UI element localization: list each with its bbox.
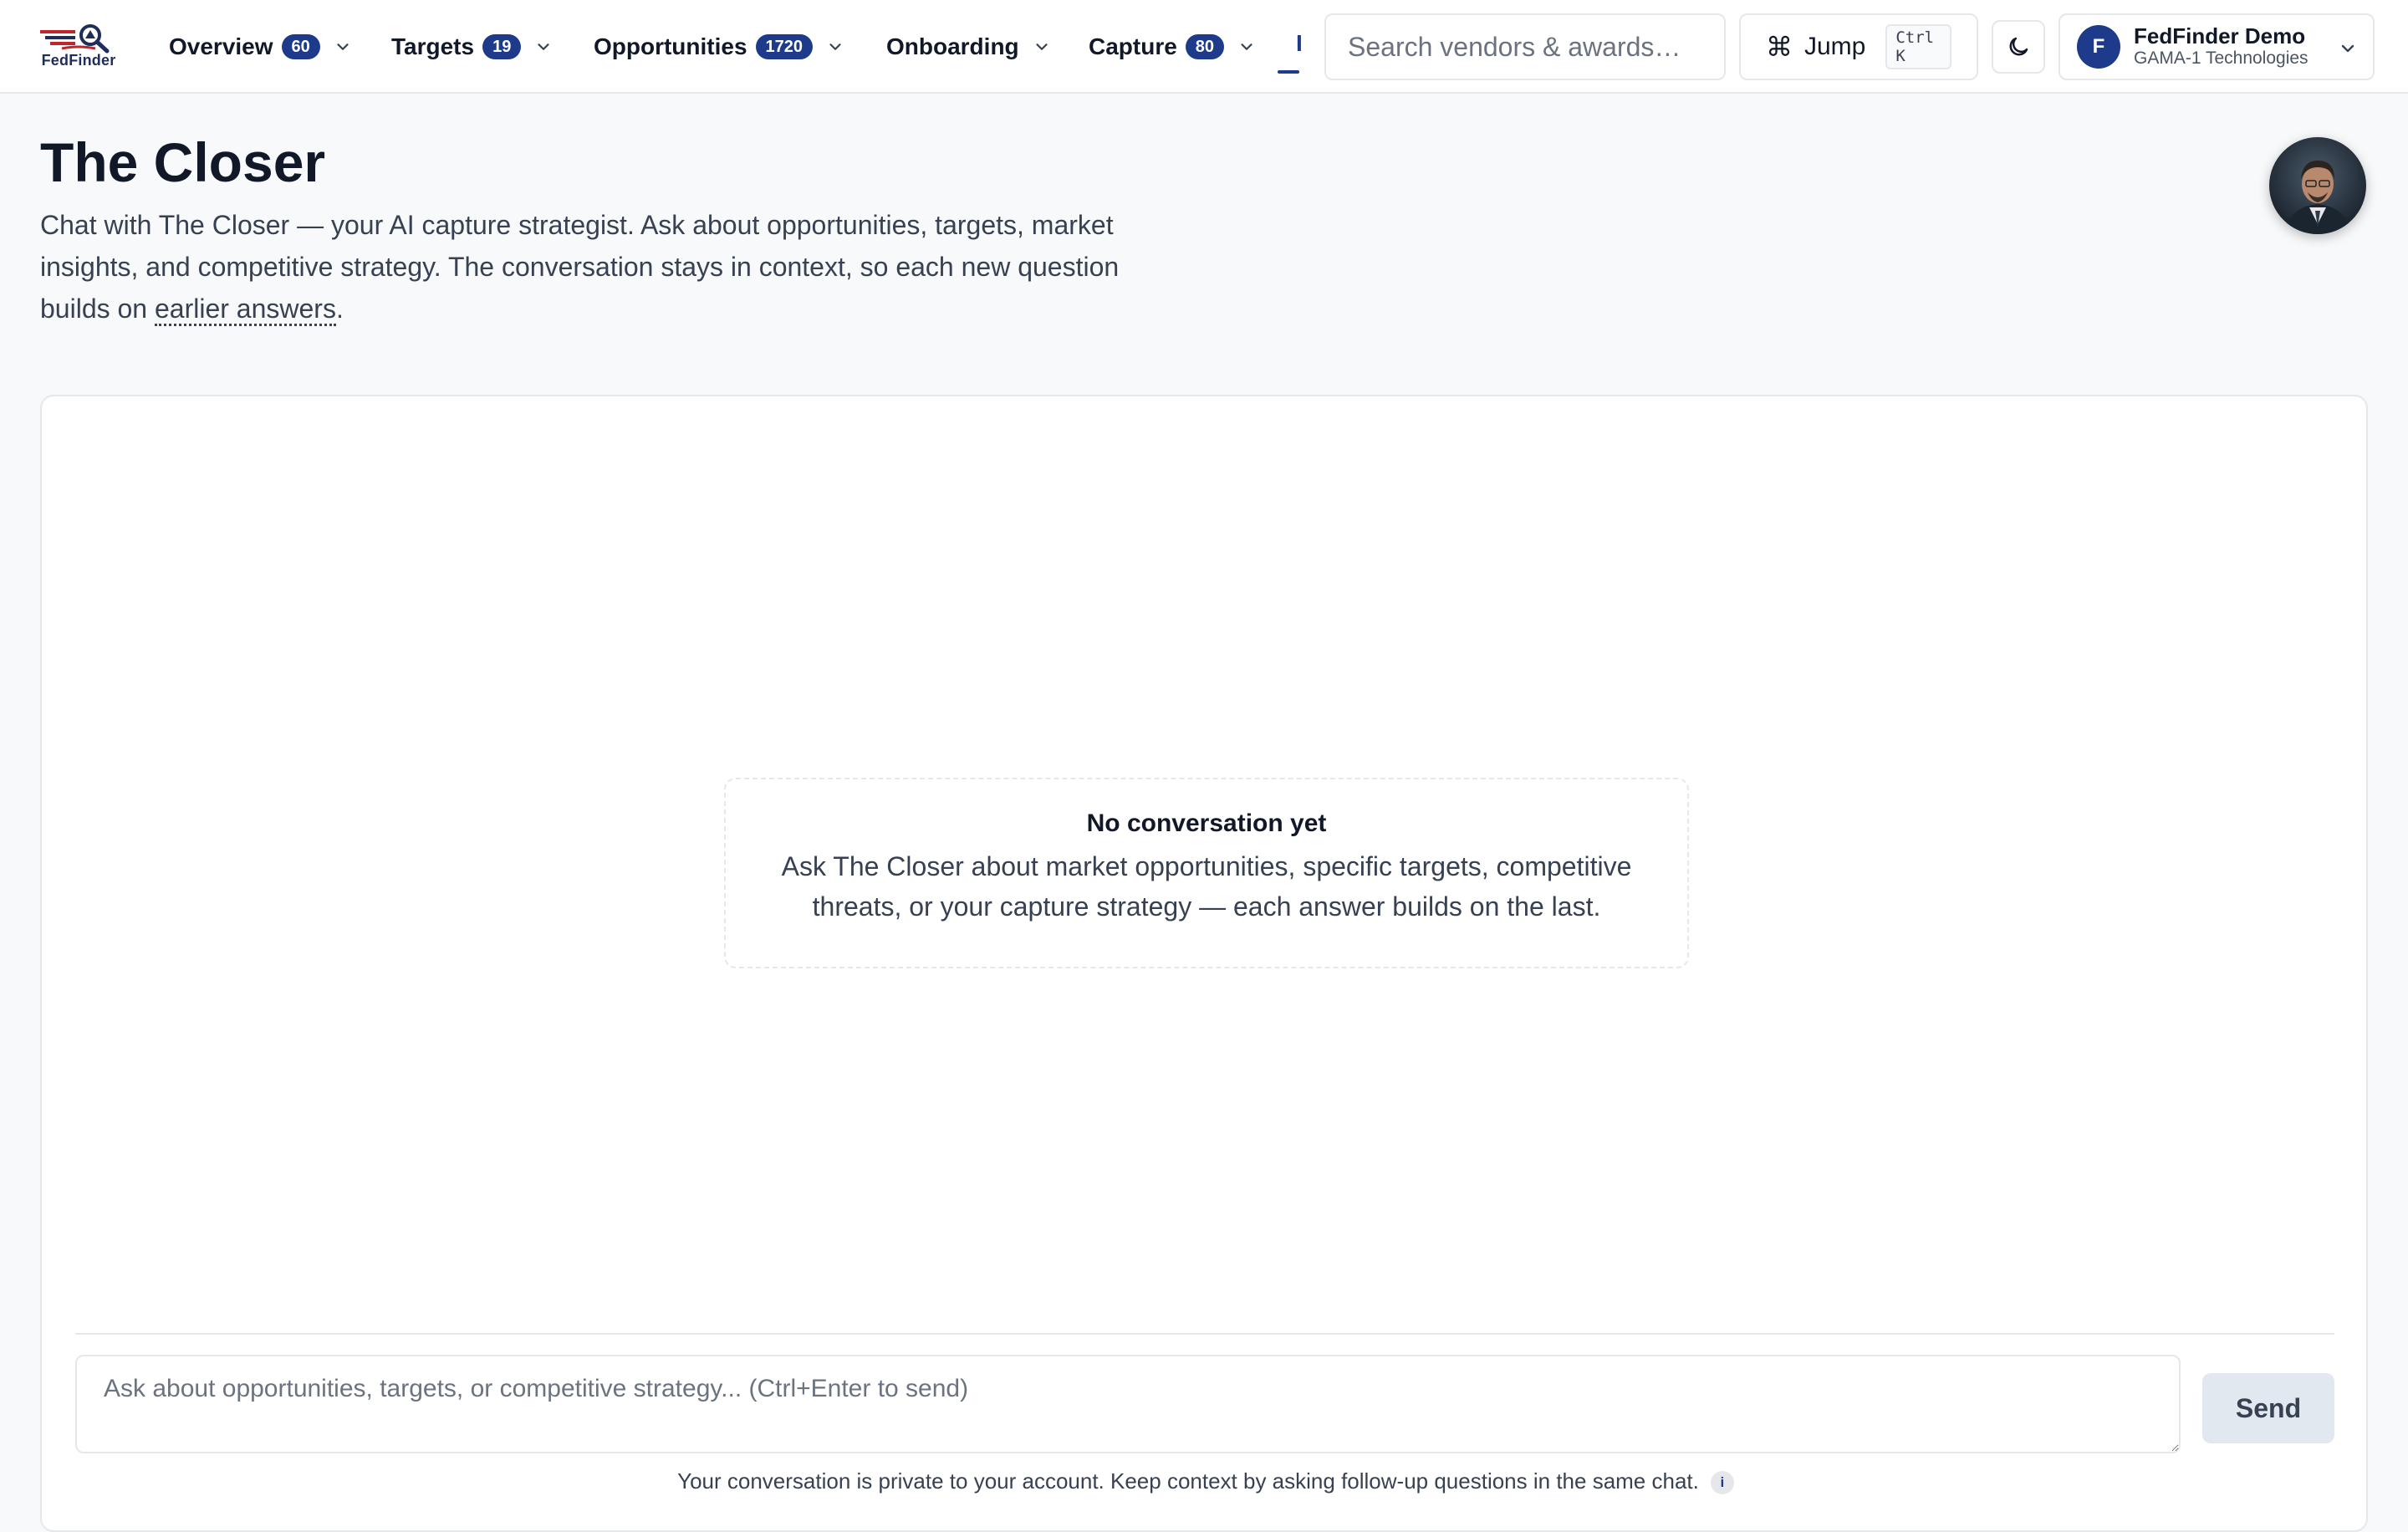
top-navbar: FedFinder Overview 60 Targets 19 Opportu… bbox=[0, 0, 2408, 94]
nav-label: Onboarding bbox=[886, 33, 1019, 59]
privacy-note: Your conversation is private to your acc… bbox=[42, 1468, 2370, 1495]
nav-label: Capture bbox=[1089, 33, 1177, 59]
account-org: GAMA-1 Technologies bbox=[2134, 49, 2309, 68]
nav-overview[interactable]: Overview 60 bbox=[169, 30, 352, 64]
nav-opportunities[interactable]: Opportunities 1720 bbox=[594, 30, 844, 64]
nav-capture[interactable]: Capture 80 bbox=[1089, 30, 1256, 64]
closer-portrait-icon bbox=[2269, 137, 2366, 234]
count-badge: 19 bbox=[482, 34, 522, 59]
nav-targets[interactable]: Targets 19 bbox=[391, 30, 553, 64]
chat-panel: No conversation yet Ask The Closer about… bbox=[40, 395, 2368, 1532]
account-name: FedFinder Demo bbox=[2134, 23, 2306, 49]
logo-wordmark: FedFinder bbox=[41, 52, 116, 69]
search-input[interactable] bbox=[1324, 13, 1726, 80]
chevron-down-icon bbox=[337, 43, 349, 50]
empty-state: No conversation yet Ask The Closer about… bbox=[724, 778, 1689, 968]
chevron-down-icon bbox=[1241, 43, 1252, 50]
nav-label: Targets bbox=[391, 33, 475, 59]
privacy-note-text: Your conversation is private to your acc… bbox=[677, 1468, 1699, 1494]
closer-avatar bbox=[2269, 137, 2366, 234]
chat-message-input[interactable] bbox=[75, 1355, 2181, 1453]
count-badge: 80 bbox=[1185, 34, 1225, 59]
nav-label: Overview bbox=[169, 33, 273, 59]
divider bbox=[75, 1333, 2334, 1335]
empty-state-title: No conversation yet bbox=[1086, 809, 1327, 837]
nav-item-truncated[interactable]: I bbox=[1296, 30, 1303, 57]
chevron-down-icon bbox=[2341, 44, 2354, 53]
avatar: F bbox=[2077, 25, 2120, 69]
page-title: The Closer bbox=[40, 131, 326, 193]
account-menu[interactable]: F FedFinder Demo GAMA-1 Technologies bbox=[2059, 13, 2375, 80]
chevron-down-icon bbox=[538, 43, 549, 50]
jump-label: Jump bbox=[1804, 33, 1866, 60]
count-badge: 60 bbox=[281, 34, 320, 59]
send-button[interactable]: Send bbox=[2202, 1373, 2334, 1443]
nav-onboarding[interactable]: Onboarding bbox=[886, 30, 1051, 64]
fedfinder-logo[interactable]: FedFinder bbox=[37, 23, 120, 72]
chevron-down-icon bbox=[829, 43, 841, 50]
count-badge: 1720 bbox=[755, 34, 814, 59]
theme-toggle-button[interactable] bbox=[1992, 20, 2045, 74]
jump-button[interactable]: ⌘ Jump Ctrl K bbox=[1739, 13, 1978, 80]
command-key-icon: ⌘ bbox=[1766, 32, 1793, 62]
moon-icon bbox=[2009, 37, 2028, 56]
empty-state-text: Ask The Closer about market opportunitie… bbox=[781, 851, 1632, 922]
description-end: . bbox=[335, 294, 344, 324]
info-icon[interactable]: i bbox=[1710, 1471, 1734, 1495]
keyboard-shortcut: Ctrl K bbox=[1885, 24, 1951, 69]
earlier-answers-link[interactable]: earlier answers bbox=[154, 294, 336, 326]
chevron-down-icon bbox=[1036, 43, 1048, 50]
nav-label: Opportunities bbox=[594, 33, 747, 59]
page-description: Chat with The Closer — your AI capture s… bbox=[40, 204, 1161, 329]
active-tab-indicator bbox=[1278, 70, 1299, 74]
